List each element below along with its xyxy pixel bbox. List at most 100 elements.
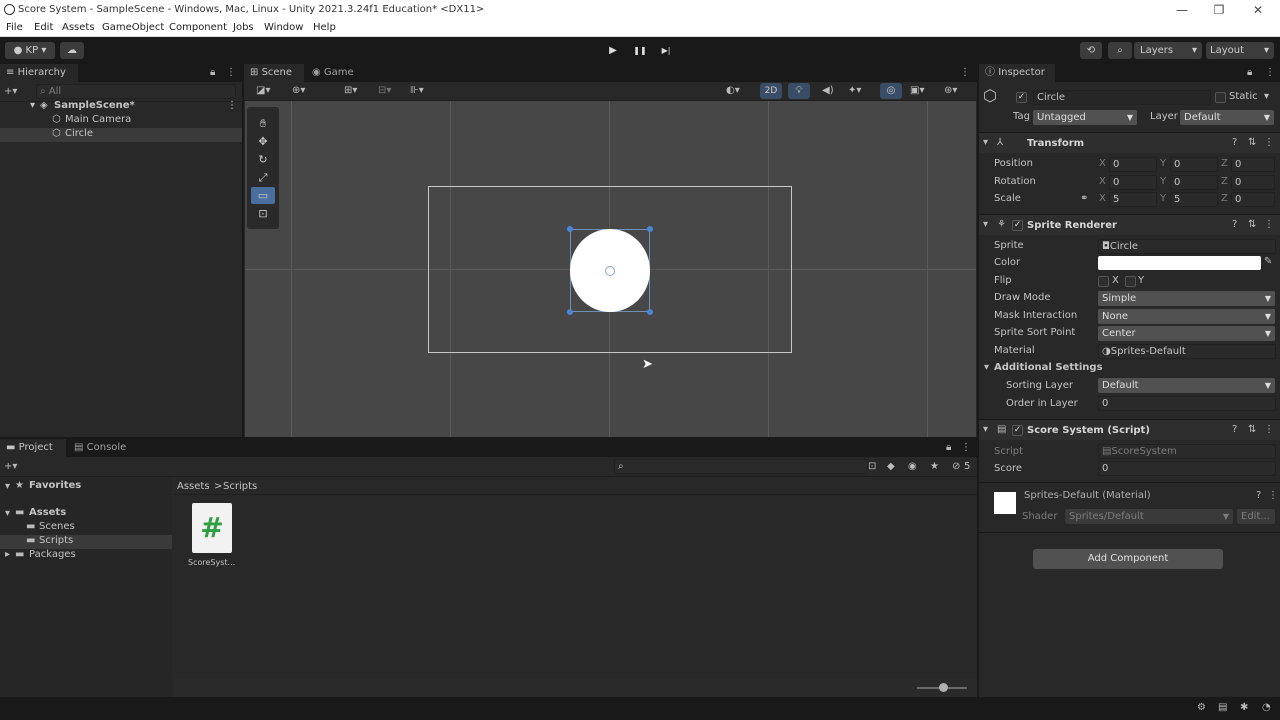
corner-handle[interactable]: [567, 226, 573, 232]
tab-game[interactable]: ◉ Game: [306, 64, 362, 82]
tab-hierarchy[interactable]: ≡ Hierarchy: [0, 64, 78, 82]
gizmos-icon[interactable]: ⊛▾: [944, 85, 957, 97]
scale-tool-icon[interactable]: ⤢: [251, 169, 275, 186]
hidden-packages-icon[interactable]: ⊘: [952, 461, 960, 473]
eyedropper-icon[interactable]: ✎: [1264, 256, 1272, 268]
hierarchy-search-input[interactable]: ⌕ All: [36, 84, 236, 99]
snap-increment-icon[interactable]: ⊟▾: [378, 85, 391, 97]
cloud-icon[interactable]: ☁: [60, 42, 84, 59]
search-by-type-icon[interactable]: ⊡: [868, 461, 876, 473]
scale-y-field[interactable]: 5: [1170, 192, 1218, 207]
object-name-field[interactable]: Circle: [1033, 90, 1211, 105]
draw-mode-dropdown[interactable]: Simple ▼: [1098, 291, 1275, 306]
asset-scoresystem-script[interactable]: # ScoreSyst...: [188, 503, 236, 571]
score-system-enabled-checkbox[interactable]: ✓: [1012, 425, 1023, 436]
zoom-slider-thumb[interactable]: [939, 683, 948, 692]
preset-icon[interactable]: ⇅: [1248, 137, 1256, 149]
kebab-menu-icon[interactable]: ⋮: [961, 442, 971, 454]
tree-item-scenes[interactable]: Scenes: [39, 521, 75, 532]
layout-dropdown[interactable]: Layout ▾: [1206, 42, 1274, 59]
step-button[interactable]: ▶|: [657, 43, 675, 59]
corner-handle[interactable]: [567, 309, 573, 315]
tab-project[interactable]: ▬ Project: [0, 439, 66, 457]
breadcrumb-assets[interactable]: Assets: [177, 481, 210, 492]
visibility-icon[interactable]: ◎: [880, 83, 902, 99]
link-icon[interactable]: ⚭: [1080, 193, 1088, 205]
active-checkbox[interactable]: ✓: [1016, 92, 1027, 103]
kebab-menu-icon[interactable]: ⋮: [226, 67, 236, 79]
pause-button[interactable]: ❚❚: [631, 43, 649, 59]
hand-tool-icon[interactable]: ✋︎: [251, 115, 275, 132]
search-by-label-icon[interactable]: ◆: [887, 461, 895, 473]
effects-icon[interactable]: ✦▾: [848, 85, 861, 97]
lock-icon[interactable]: 🔒︎: [946, 442, 951, 454]
transform-tool-icon[interactable]: ⊡: [251, 205, 275, 222]
hierarchy-item-main-camera[interactable]: ⬡ Main Camera: [0, 114, 242, 128]
flip-x-checkbox[interactable]: [1098, 276, 1109, 287]
search-by-importlog-icon[interactable]: ◉: [908, 461, 917, 473]
corner-handle[interactable]: [647, 226, 653, 232]
hierarchy-item-circle[interactable]: ⬡ Circle: [0, 128, 242, 142]
kebab-menu-icon[interactable]: ⋮: [960, 67, 970, 79]
kebab-menu-icon[interactable]: ⋮: [1264, 424, 1274, 436]
scale-z-field[interactable]: 0: [1231, 192, 1275, 207]
tag-dropdown[interactable]: Untagged ▼: [1033, 110, 1137, 125]
chevron-down-icon[interactable]: ▾: [1264, 91, 1269, 102]
static-checkbox[interactable]: [1215, 92, 1226, 103]
orbit-icon[interactable]: ◐▾: [726, 85, 740, 97]
collab-icon[interactable]: ◔: [1262, 702, 1271, 714]
flip-y-checkbox[interactable]: [1125, 276, 1136, 287]
sprite-renderer-header[interactable]: ▾ ⚘ ✓ Sprite Renderer ? ⇅ ⋮: [979, 214, 1280, 235]
menu-component[interactable]: Component: [169, 22, 227, 33]
help-icon[interactable]: ?: [1232, 219, 1237, 231]
close-button[interactable]: ✕: [1249, 2, 1267, 18]
position-x-field[interactable]: 0: [1109, 157, 1157, 172]
transform-header[interactable]: ▾ ⅄ Transform ? ⇅ ⋮: [979, 132, 1280, 153]
preset-icon[interactable]: ⇅: [1248, 219, 1256, 231]
rotation-z-field[interactable]: 0: [1231, 175, 1275, 190]
rotation-x-field[interactable]: 0: [1109, 175, 1157, 190]
account-dropdown[interactable]: ● KP ▾: [5, 42, 55, 59]
layers-dropdown[interactable]: Layers ▾: [1134, 42, 1202, 59]
audio-icon[interactable]: ◀): [822, 85, 834, 97]
tab-console[interactable]: ▤ Console: [68, 439, 134, 457]
cache-server-icon[interactable]: ▤: [1218, 702, 1227, 714]
help-icon[interactable]: ?: [1232, 424, 1237, 436]
shader-dropdown[interactable]: Sprites/Default ▼: [1065, 509, 1233, 524]
project-search-input[interactable]: ⌕: [614, 459, 868, 474]
menu-jobs[interactable]: Jobs: [233, 22, 254, 33]
tab-inspector[interactable]: ⓘ Inspector: [979, 64, 1055, 82]
rotate-tool-icon[interactable]: ↻: [251, 151, 275, 168]
scale-x-field[interactable]: 5: [1109, 192, 1157, 207]
add-component-button[interactable]: Add Component: [1033, 549, 1223, 569]
rect-tool-icon[interactable]: ▭: [251, 187, 275, 204]
tab-scene[interactable]: ⊞ Scene: [244, 64, 304, 82]
menu-file[interactable]: File: [6, 22, 23, 33]
corner-handle[interactable]: [647, 309, 653, 315]
help-icon[interactable]: ?: [1256, 490, 1261, 502]
favorite-star-icon[interactable]: ★: [930, 461, 939, 473]
chevron-down-icon[interactable]: ▾: [984, 362, 989, 374]
sprite-renderer-enabled-checkbox[interactable]: ✓: [1012, 220, 1023, 231]
color-swatch[interactable]: [1098, 256, 1261, 270]
order-in-layer-field[interactable]: 0: [1098, 396, 1276, 411]
mask-interaction-dropdown[interactable]: None ▼: [1098, 309, 1275, 324]
breadcrumb-scripts[interactable]: Scripts: [223, 481, 257, 492]
debug-icon[interactable]: ✱: [1240, 702, 1248, 714]
globe-icon[interactable]: ⊕▾: [292, 85, 305, 97]
tree-item-scripts-row[interactable]: ▬ Scripts: [0, 535, 172, 549]
2d-toggle-button[interactable]: 2D: [760, 83, 782, 99]
lock-icon[interactable]: 🔒︎: [210, 67, 215, 79]
additional-settings-label[interactable]: Additional Settings: [994, 362, 1103, 373]
add-icon[interactable]: +▾: [4, 86, 17, 98]
lock-icon[interactable]: 🔒︎: [1247, 67, 1252, 79]
kebab-menu-icon[interactable]: ⋮: [1264, 219, 1274, 231]
progress-icon[interactable]: ⚙: [1197, 702, 1206, 714]
material-field[interactable]: ◑Sprites-Default: [1098, 344, 1276, 359]
move-tool-icon[interactable]: ✥: [251, 133, 275, 150]
menu-window[interactable]: Window: [264, 22, 303, 33]
camera-icon[interactable]: ▣▾: [910, 85, 924, 97]
sprite-field[interactable]: ◘Circle: [1098, 239, 1276, 254]
layer-dropdown[interactable]: Default ▼: [1180, 110, 1274, 125]
draw-mode-icon[interactable]: ◪▾: [256, 85, 270, 97]
